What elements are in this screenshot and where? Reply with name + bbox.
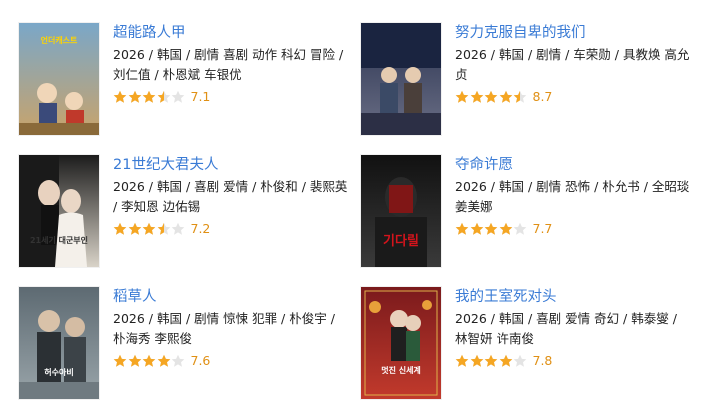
rating-star-icon [113, 222, 127, 236]
rating-score: 7.7 [532, 221, 553, 236]
poster-image[interactable]: 멋진 신세계 [361, 287, 441, 399]
poster-image[interactable] [361, 23, 441, 135]
rating: 7.1 [113, 89, 349, 105]
drama-info: 夺命许愿 2026 / 韩国 / 剧情 恐怖 / 朴允书 / 全昭琰 姜美娜 7.7 [455, 155, 691, 237]
rating-stars [455, 222, 528, 236]
drama-meta: 2026 / 韩国 / 剧情 / 车荣勋 / 具教焕 高允贞 [455, 47, 690, 82]
rating-star-icon [499, 354, 513, 368]
svg-text:허수아비: 허수아비 [44, 367, 73, 377]
poster-image[interactable]: 21세기 대군부인 [19, 155, 99, 267]
svg-text:언더캐스트: 언더캐스트 [41, 35, 78, 45]
rating-star-icon [113, 90, 127, 104]
drama-meta: 2026 / 韩国 / 剧情 恐怖 / 朴允书 / 全昭琰 姜美娜 [455, 179, 690, 214]
drama-card: 21세기 대군부인 21世纪大君夫人 2026 / 韩国 / 喜剧 爱情 / 朴俊和… [19, 155, 349, 267]
drama-meta: 2026 / 韩国 / 喜剧 爱情 奇幻 / 韩泰燮 / 林智妍 许南俊 [455, 311, 677, 346]
rating-score: 7.1 [190, 89, 211, 104]
rating-star-icon [171, 354, 185, 368]
rating-stars [113, 90, 186, 104]
rating-star-icon [142, 90, 156, 104]
rating-star-icon [128, 90, 142, 104]
drama-title-link[interactable]: 超能路人甲 [113, 24, 349, 42]
rating-star-icon [142, 354, 156, 368]
drama-info: 21世纪大君夫人 2026 / 韩国 / 喜剧 爱情 / 朴俊和 / 裴熙英 / … [113, 155, 349, 237]
poster-image[interactable]: 언더캐스트 [19, 23, 99, 135]
drama-meta: 2026 / 韩国 / 剧情 惊悚 犯罪 / 朴俊宇 / 朴海秀 李熙俊 [113, 311, 335, 346]
rating: 8.7 [455, 89, 691, 105]
svg-text:21세기 대군부인: 21세기 대군부인 [30, 235, 88, 245]
drama-card: 멋진 신세계 我的王室死对头 2026 / 韩国 / 喜剧 爱情 奇幻 / 韩泰燮 … [361, 287, 691, 399]
rating: 7.7 [455, 221, 691, 237]
rating-star-icon [128, 222, 142, 236]
drama-title-link[interactable]: 夺命许愿 [455, 156, 691, 174]
rating-star-icon [484, 90, 498, 104]
rating-star-icon [513, 222, 527, 236]
rating-score: 7.8 [532, 353, 553, 368]
drama-card: 언더캐스트 超能路人甲 2026 / 韩国 / 剧情 喜剧 动作 科幻 冒险 / 刘… [19, 23, 349, 135]
rating-star-icon [455, 90, 469, 104]
rating-stars [113, 354, 186, 368]
rating: 7.2 [113, 221, 349, 237]
drama-meta: 2026 / 韩国 / 喜剧 爱情 / 朴俊和 / 裴熙英 / 李知恩 边佑锡 [113, 179, 348, 214]
rating-star-icon [157, 354, 171, 368]
poster-image[interactable]: 허수아비 [19, 287, 99, 399]
rating-star-icon [484, 354, 498, 368]
rating-stars [455, 90, 528, 104]
rating-star-icon [157, 222, 171, 236]
drama-title-link[interactable]: 努力克服自卑的我们 [455, 24, 691, 42]
rating-star-icon [455, 354, 469, 368]
drama-title-link[interactable]: 我的王室死对头 [455, 288, 691, 306]
rating-star-icon [499, 222, 513, 236]
rating-score: 7.6 [190, 353, 211, 368]
drama-card: 기다릴 夺命许愿 2026 / 韩国 / 剧情 恐怖 / 朴允书 / 全昭琰 姜美娜… [361, 155, 691, 267]
svg-text:멋진 신세계: 멋진 신세계 [381, 365, 421, 375]
rating-star-icon [513, 354, 527, 368]
svg-text:기다릴: 기다릴 [383, 233, 419, 249]
drama-info: 稻草人 2026 / 韩国 / 剧情 惊悚 犯罪 / 朴俊宇 / 朴海秀 李熙俊 7… [113, 287, 349, 369]
rating-star-icon [455, 222, 469, 236]
drama-info: 努力克服自卑的我们 2026 / 韩国 / 剧情 / 车荣勋 / 具教焕 高允贞 8… [455, 23, 691, 105]
rating-score: 7.2 [190, 221, 211, 236]
rating-star-icon [484, 222, 498, 236]
rating-stars [455, 354, 528, 368]
rating-star-icon [142, 222, 156, 236]
drama-meta: 2026 / 韩国 / 剧情 喜剧 动作 科幻 冒险 / 刘仁值 / 朴恩斌 车… [113, 47, 344, 82]
drama-title-link[interactable]: 21世纪大君夫人 [113, 156, 349, 174]
drama-title-link[interactable]: 稻草人 [113, 288, 349, 306]
rating-stars [113, 222, 186, 236]
rating-star-icon [171, 90, 185, 104]
rating-star-icon [470, 222, 484, 236]
rating-star-icon [513, 90, 527, 104]
rating-star-icon [113, 354, 127, 368]
rating: 7.8 [455, 353, 691, 369]
drama-info: 超能路人甲 2026 / 韩国 / 剧情 喜剧 动作 科幻 冒险 / 刘仁值 / … [113, 23, 349, 105]
rating-star-icon [470, 90, 484, 104]
rating-star-icon [171, 222, 185, 236]
drama-info: 我的王室死对头 2026 / 韩国 / 喜剧 爱情 奇幻 / 韩泰燮 / 林智妍 … [455, 287, 691, 369]
rating-star-icon [470, 354, 484, 368]
rating-star-icon [157, 90, 171, 104]
poster-image[interactable]: 기다릴 [361, 155, 441, 267]
rating-star-icon [499, 90, 513, 104]
drama-card: 努力克服自卑的我们 2026 / 韩国 / 剧情 / 车荣勋 / 具教焕 高允贞 8… [361, 23, 691, 135]
rating-star-icon [128, 354, 142, 368]
rating-score: 8.7 [532, 89, 553, 104]
rating: 7.6 [113, 353, 349, 369]
drama-card: 허수아비 稻草人 2026 / 韩国 / 剧情 惊悚 犯罪 / 朴俊宇 / 朴海秀 … [19, 287, 349, 399]
